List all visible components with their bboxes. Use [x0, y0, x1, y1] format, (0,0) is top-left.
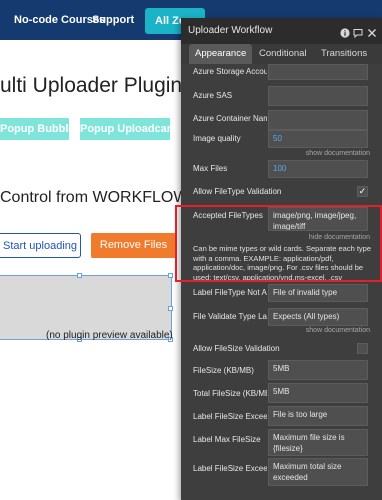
comment-icon[interactable] — [353, 25, 363, 39]
allow-filetype-checkbox[interactable]: ✓ — [357, 186, 368, 197]
section-title: Control from WORKFLOW — [0, 189, 189, 206]
field-label: Label FileType Not All — [193, 288, 267, 297]
field-label: Image quality — [193, 134, 241, 143]
field-label: Azure Storage Accoun — [193, 67, 267, 76]
panel-tabs: Appearance Conditional Transitions — [181, 44, 382, 64]
show-documentation-link[interactable]: show documentation — [306, 327, 370, 334]
filesize-input[interactable]: 5MB — [268, 360, 368, 380]
label-filesize-exceeded-input[interactable]: File is too large — [268, 406, 368, 426]
popup-bubble-button[interactable]: Popup Bubble — [0, 118, 75, 140]
field-label: Max Files — [193, 164, 228, 173]
page-title: ulti Uploader Plugin — [0, 74, 183, 97]
panel-title: Uploader Workflow — [188, 25, 273, 36]
azure-storage-input[interactable] — [268, 64, 368, 80]
max-files-input[interactable]: 100 — [268, 160, 368, 178]
field-label: Azure Container Nam — [193, 114, 267, 123]
info-icon[interactable] — [340, 25, 350, 38]
show-documentation-link[interactable]: show documentation — [306, 150, 370, 157]
close-icon[interactable] — [367, 25, 377, 37]
label-filesize-exceeded-total-input[interactable]: Maximum total size exceeded — [268, 458, 368, 486]
field-label: FileSize (KB/MB) — [193, 366, 254, 375]
tab-transitions[interactable]: Transitions — [321, 48, 367, 59]
resize-handle-top-right[interactable] — [168, 273, 173, 278]
panel-header[interactable]: Uploader Workflow — [181, 18, 382, 44]
label-max-filesize-input[interactable]: Maximum file size is {filesize} — [268, 429, 368, 456]
field-label: Allow FileSize Validation — [193, 344, 280, 353]
field-label: Allow FileType Validation — [193, 187, 282, 196]
file-validate-type-input[interactable]: Expects (All types) — [268, 308, 368, 326]
tab-conditional[interactable]: Conditional — [259, 48, 307, 59]
allow-filesize-checkbox[interactable] — [357, 343, 368, 354]
field-label: Total FileSize (KB/MB) — [193, 389, 267, 398]
field-label: Label FileSize Exceede — [193, 464, 267, 473]
remove-files-button[interactable]: Remove Files — [91, 233, 176, 258]
image-quality-input[interactable]: 50 — [268, 130, 368, 148]
plugin-preview-caption: (no plugin preview available) — [46, 330, 173, 341]
field-label: Label Max FileSize — [193, 435, 261, 444]
azure-container-input[interactable] — [268, 110, 368, 130]
nav-link-support[interactable]: Support — [92, 14, 134, 26]
start-uploading-button[interactable]: Start uploading — [0, 233, 81, 258]
azure-sas-input[interactable] — [268, 86, 368, 106]
highlight-box — [175, 205, 382, 282]
resize-handle-right[interactable] — [168, 306, 173, 311]
field-label: Label FileSize Exceede — [193, 412, 267, 421]
field-label: File Validate Type Lab — [193, 312, 267, 321]
tab-appearance[interactable]: Appearance — [189, 44, 253, 64]
label-filetype-not-all-input[interactable]: File of invalid type — [268, 284, 368, 302]
resize-handle-top[interactable] — [77, 273, 82, 278]
total-filesize-input[interactable]: 5MB — [268, 383, 368, 403]
popup-uploadcare-button[interactable]: Popup Uploadcare — [80, 118, 177, 140]
field-label: Azure SAS — [193, 91, 233, 100]
